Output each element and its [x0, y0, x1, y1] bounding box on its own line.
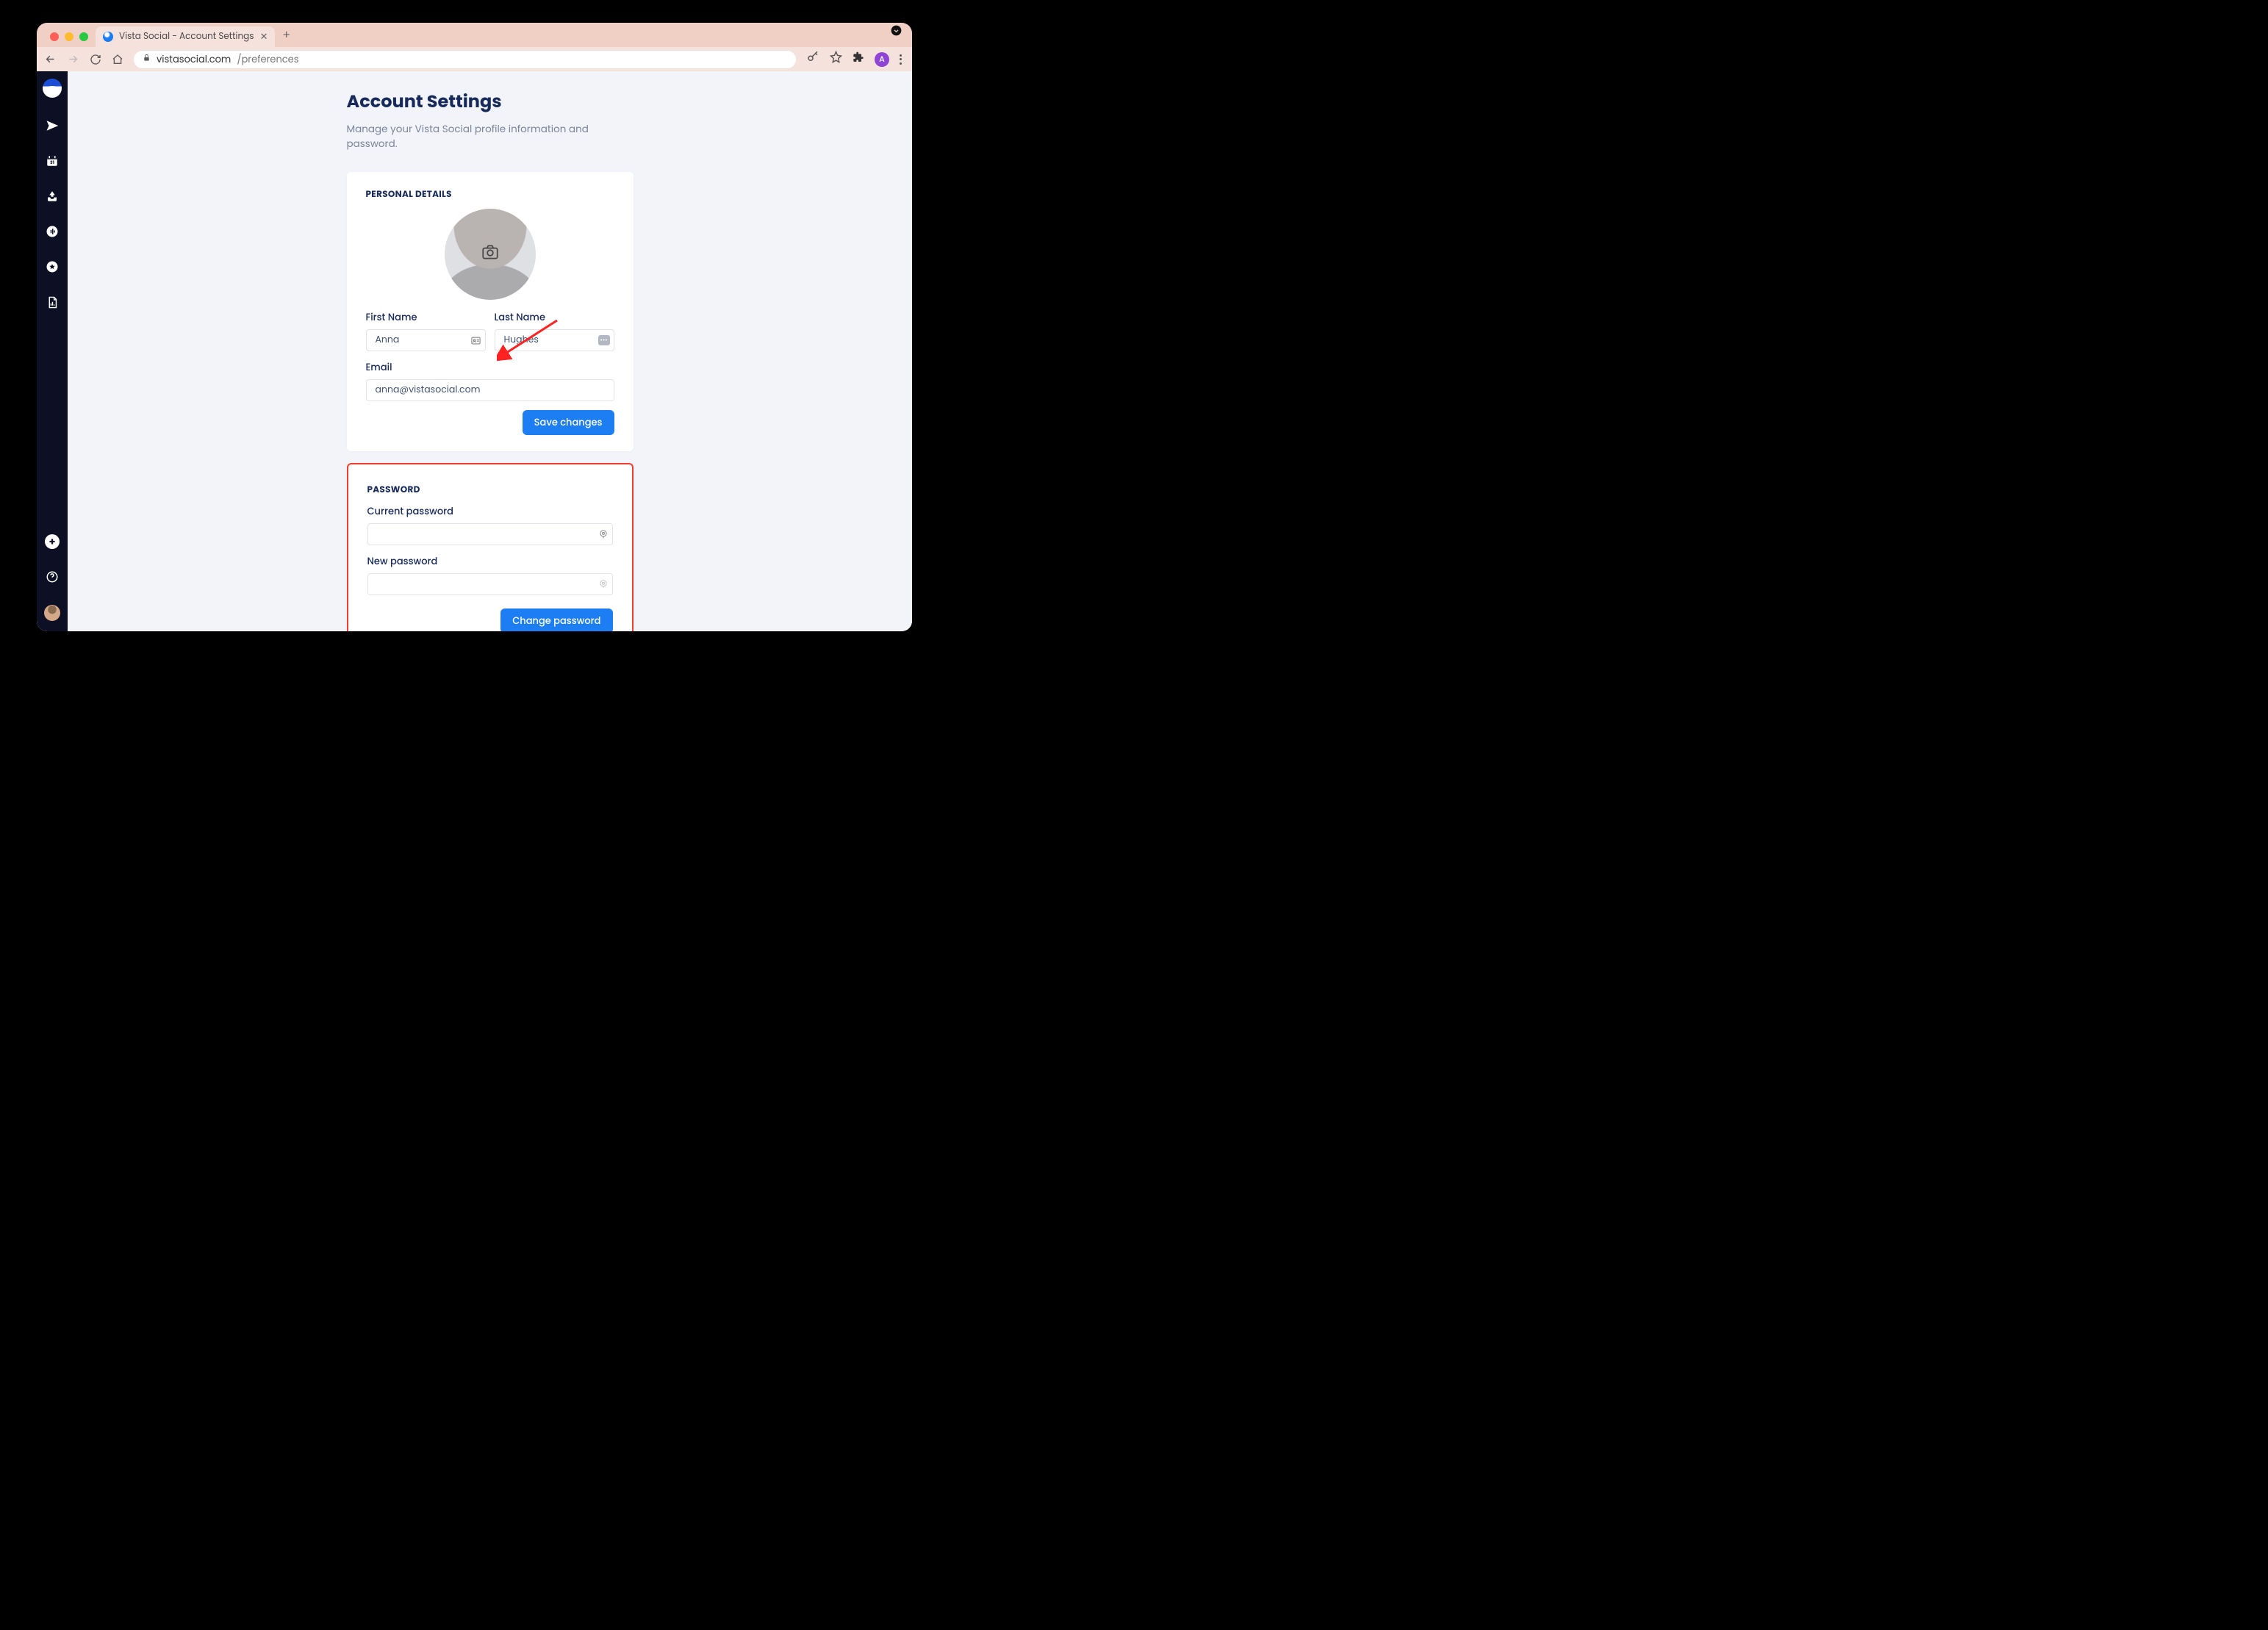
- viewport: 31 + Account Settings Ma: [37, 71, 912, 631]
- sidebar-inbox-icon[interactable]: [45, 189, 60, 204]
- email-label: Email: [366, 360, 614, 375]
- email-field: Email: [366, 360, 614, 401]
- app-sidebar: 31 +: [37, 71, 68, 631]
- sidebar-listening-icon[interactable]: [45, 224, 60, 239]
- browser-tab[interactable]: Vista Social - Account Settings ✕: [96, 26, 275, 47]
- minimize-window-button[interactable]: [65, 32, 73, 41]
- lock-icon: [143, 53, 151, 65]
- new-password-input[interactable]: [367, 573, 613, 595]
- first-name-label: First Name: [366, 310, 486, 325]
- settings-page: Account Settings Manage your Vista Socia…: [347, 89, 634, 631]
- sidebar-reviews-icon[interactable]: [45, 259, 60, 274]
- maximize-window-button[interactable]: [79, 32, 88, 41]
- avatar-upload[interactable]: [445, 209, 536, 300]
- url-host: vistasocial.com: [157, 52, 231, 67]
- page-title: Account Settings: [347, 89, 634, 115]
- svg-text:31: 31: [50, 160, 54, 166]
- bookmark-icon[interactable]: [830, 50, 842, 68]
- sidebar-calendar-icon[interactable]: 31: [45, 154, 60, 168]
- last-name-label: Last Name: [495, 310, 614, 325]
- forward-button[interactable]: [67, 53, 79, 65]
- home-button[interactable]: [112, 54, 123, 65]
- tab-bar: Vista Social - Account Settings ✕ +: [37, 23, 912, 47]
- toolbar-right: A: [806, 50, 905, 68]
- key-icon[interactable]: [806, 50, 819, 68]
- password-section-title: PASSWORD: [367, 484, 613, 497]
- change-password-button[interactable]: Change password: [500, 608, 612, 631]
- app-logo[interactable]: [43, 79, 62, 98]
- current-password-input[interactable]: [367, 523, 613, 545]
- first-name-field: First Name: [366, 310, 486, 351]
- personal-section-title: PERSONAL DETAILS: [366, 188, 614, 201]
- new-tab-button[interactable]: +: [275, 26, 297, 47]
- reload-button[interactable]: [90, 54, 101, 65]
- page-subtitle: Manage your Vista Social profile informa…: [347, 122, 634, 151]
- url-path: /preferences: [237, 52, 298, 67]
- autofill-badge-icon: •••: [598, 335, 610, 345]
- current-password-field: Current password: [367, 504, 613, 545]
- password-card: PASSWORD Current password New password: [347, 463, 634, 631]
- url-input[interactable]: vistasocial.com/preferences: [134, 51, 796, 68]
- current-password-label: Current password: [367, 504, 613, 519]
- password-manager-icon[interactable]: [598, 529, 609, 539]
- sidebar-user-avatar[interactable]: [44, 605, 60, 621]
- content-area: Account Settings Manage your Vista Socia…: [68, 71, 912, 631]
- window-controls: [46, 32, 96, 47]
- browser-window: Vista Social - Account Settings ✕ + vist…: [37, 23, 912, 631]
- sidebar-help-icon[interactable]: [45, 570, 60, 584]
- contact-card-icon: [470, 335, 481, 346]
- sidebar-reports-icon[interactable]: [45, 295, 60, 309]
- sidebar-add-button[interactable]: +: [45, 534, 60, 549]
- close-window-button[interactable]: [50, 32, 59, 41]
- tab-title: Vista Social - Account Settings: [119, 30, 254, 43]
- close-tab-icon[interactable]: ✕: [260, 29, 268, 44]
- menu-icon[interactable]: [900, 54, 902, 65]
- back-button[interactable]: [44, 53, 57, 65]
- first-name-input[interactable]: [366, 329, 486, 351]
- new-password-label: New password: [367, 554, 613, 569]
- personal-details-card: PERSONAL DETAILS First Name: [347, 172, 634, 451]
- last-name-field: Last Name •••: [495, 310, 614, 351]
- toggle-icon[interactable]: [891, 23, 912, 47]
- new-password-field: New password: [367, 554, 613, 595]
- camera-icon: [481, 243, 500, 267]
- sidebar-publish-icon[interactable]: [45, 118, 60, 133]
- password-manager-icon[interactable]: [598, 579, 609, 589]
- profile-avatar-button[interactable]: A: [875, 52, 889, 67]
- email-input[interactable]: [366, 379, 614, 401]
- address-bar: vistasocial.com/preferences A: [37, 47, 912, 71]
- extensions-icon[interactable]: [853, 50, 864, 68]
- favicon-icon: [103, 32, 113, 42]
- last-name-input[interactable]: [495, 329, 614, 351]
- save-changes-button[interactable]: Save changes: [523, 410, 614, 435]
